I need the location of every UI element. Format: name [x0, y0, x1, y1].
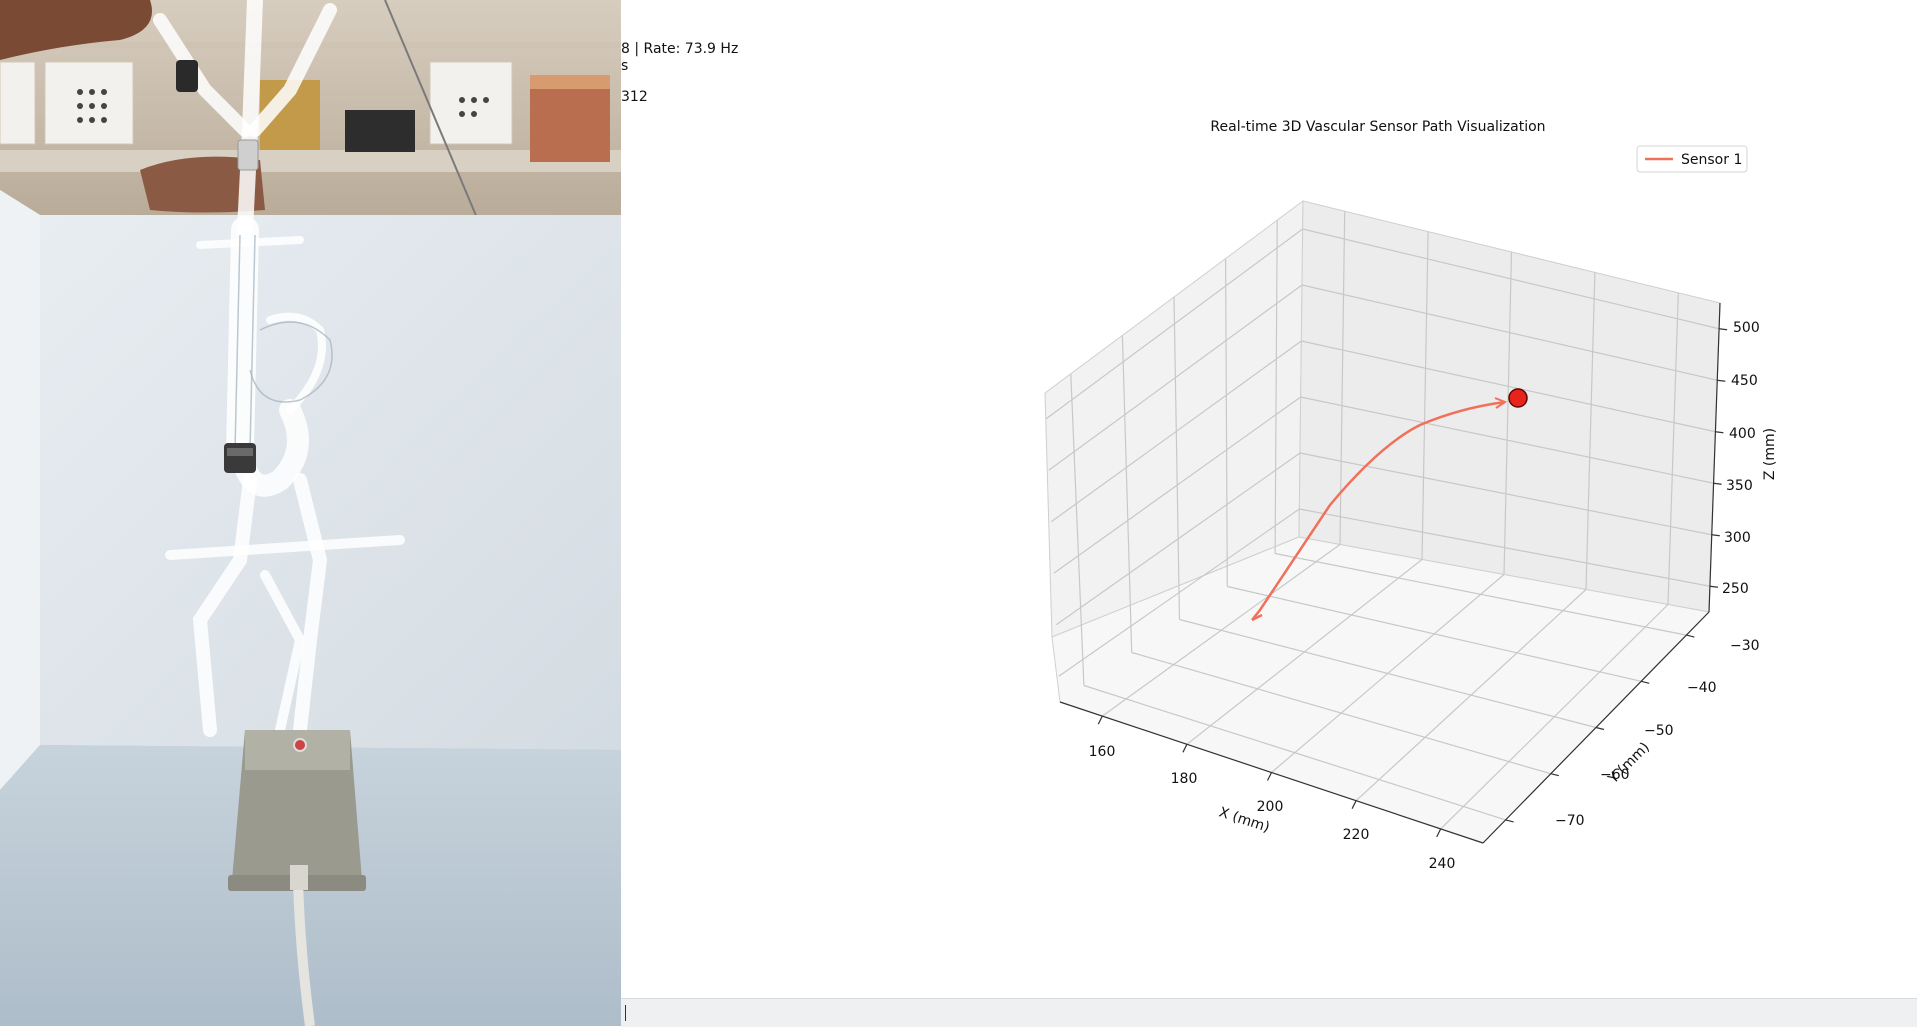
y-tick-mark	[1641, 680, 1650, 684]
camera-feed	[0, 0, 621, 1026]
camera-feed-image	[0, 0, 621, 1026]
z-tick-mark	[1717, 379, 1726, 382]
legend-label: Sensor 1	[1681, 152, 1742, 168]
z-tick-mark	[1713, 482, 1722, 485]
x-tick-mark	[1097, 715, 1103, 725]
status-bar	[621, 998, 1917, 1027]
z-tick-label: 450	[1731, 373, 1758, 389]
y-tick-mark	[1505, 819, 1514, 823]
x-tick-mark	[1351, 800, 1357, 809]
z-tick-label: 500	[1733, 320, 1760, 336]
x-tick-label: 220	[1343, 827, 1370, 843]
z-tick-label: 300	[1724, 530, 1751, 546]
z-tick-mark	[1715, 431, 1724, 434]
z-tick-mark	[1719, 328, 1728, 331]
x-tick-label: 240	[1429, 856, 1456, 872]
plot-3d[interactable]: Real-time 3D Vascular Sensor Path Visual…	[621, 0, 1917, 998]
x-tick-mark	[1266, 772, 1273, 781]
x-tick-label: 180	[1171, 771, 1198, 787]
z-tick-mark	[1711, 534, 1720, 537]
text-cursor	[625, 1005, 626, 1021]
y-tick-label: −40	[1687, 680, 1717, 696]
chart-title: Real-time 3D Vascular Sensor Path Visual…	[1210, 119, 1545, 135]
y-tick-mark	[1595, 726, 1605, 731]
legend: Sensor 1	[1636, 145, 1748, 173]
z-tick-label: 350	[1726, 478, 1753, 494]
sensor-1-current-marker	[1508, 388, 1528, 408]
y-tick-label: −50	[1644, 723, 1674, 739]
y-tick-label: −30	[1730, 638, 1760, 654]
z-axis-label: Z (mm)	[1762, 428, 1778, 480]
y-tick-mark	[1686, 634, 1695, 638]
z-tick-mark	[1709, 585, 1718, 588]
x-tick-mark	[1436, 828, 1442, 838]
x-tick-mark	[1182, 744, 1188, 753]
x-tick-label: 200	[1257, 799, 1284, 815]
z-tick-label: 400	[1729, 426, 1756, 442]
z-tick-label: 250	[1722, 581, 1749, 597]
y-tick-label: −70	[1555, 813, 1585, 829]
y-tick-mark	[1550, 773, 1559, 777]
x-tick-label: 160	[1089, 744, 1116, 760]
